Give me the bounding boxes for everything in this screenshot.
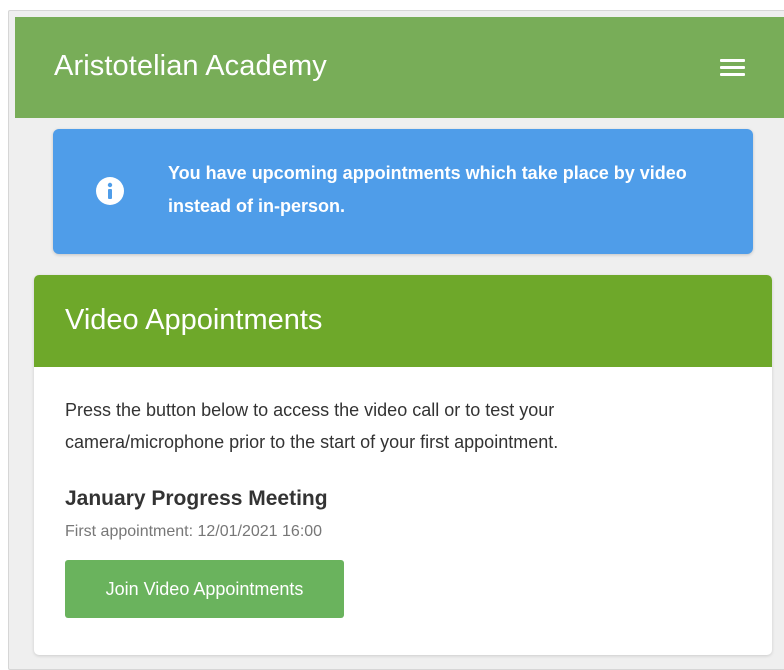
join-video-appointments-button[interactable]: Join Video Appointments (65, 560, 344, 618)
first-appointment-time: First appointment: 12/01/2021 16:00 (65, 523, 323, 540)
app-bar: Aristotelian Academy (15, 17, 784, 118)
alert-message: You have upcoming appointments which tak… (168, 163, 687, 216)
info-icon (96, 177, 124, 205)
main-content: You have upcoming appointments which tak… (15, 118, 784, 655)
card-header: Video Appointments (34, 275, 772, 367)
card-title: Video Appointments (65, 304, 323, 336)
hamburger-menu-icon[interactable] (719, 57, 747, 79)
app-title: Aristotelian Academy (54, 50, 327, 82)
meeting-title: January Progress Meeting (65, 487, 328, 510)
card-description: Press the button below to access the vid… (65, 400, 559, 452)
info-alert: You have upcoming appointments which tak… (53, 129, 753, 254)
video-appointments-card: Video Appointments Press the button belo… (34, 275, 772, 655)
